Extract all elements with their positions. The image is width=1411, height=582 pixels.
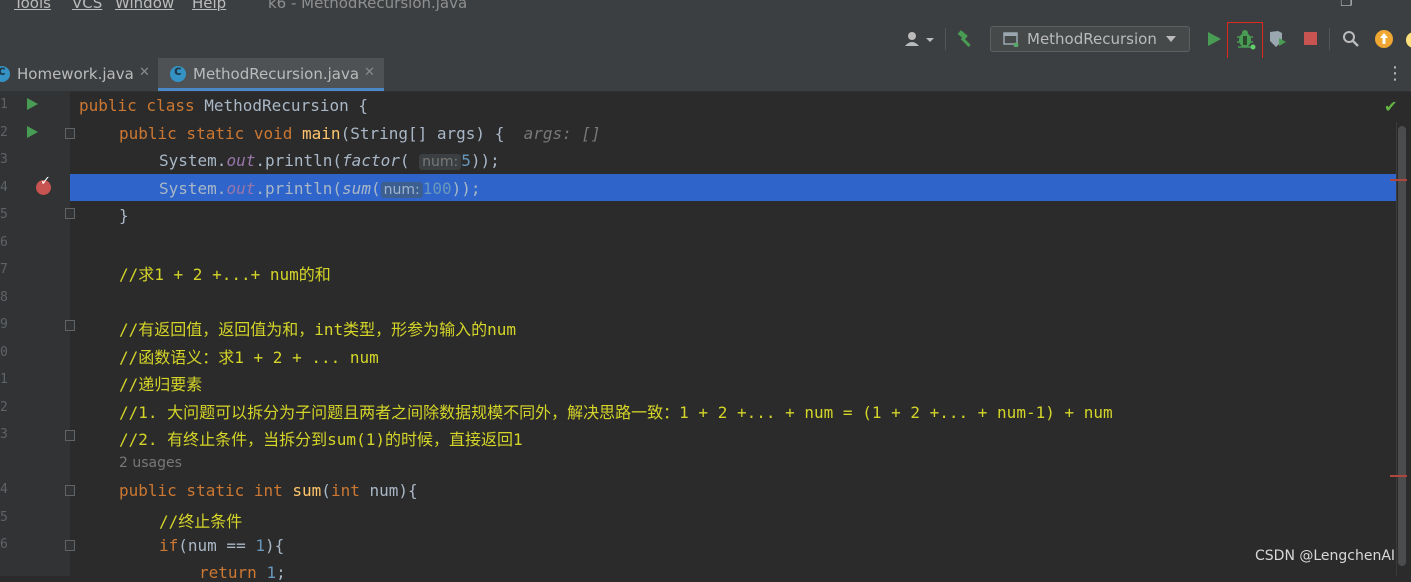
error-stripe-mark[interactable] <box>1390 475 1407 477</box>
class-icon <box>0 64 10 82</box>
close-icon[interactable]: ✕ <box>139 65 150 80</box>
comment-line: //终止条件 <box>159 512 243 531</box>
editor-tab-bar: Homework.java ✕ MethodRecursion.java ✕ ⋮ <box>0 58 1411 92</box>
comment-line: //递归要素 <box>119 375 203 394</box>
line-number: 6 <box>0 235 8 250</box>
line-number: 2 <box>0 125 8 140</box>
fold-icon[interactable] <box>65 430 75 441</box>
tab-methodrecursion[interactable]: MethodRecursion.java ✕ <box>158 58 384 91</box>
watermark: CSDN @LengchenAI <box>1255 548 1396 564</box>
line-number: 4 <box>0 180 8 195</box>
line-number: 1 <box>0 372 8 387</box>
line-number: 3 <box>0 152 8 167</box>
line-number: 4 <box>0 482 8 497</box>
code-line: public static void main(String[] args) {… <box>119 124 601 143</box>
debug-inline-value: args: [] <box>523 124 601 143</box>
window-title: k6 - MethodRecursion.java <box>268 0 468 12</box>
run-configuration-select[interactable]: MethodRecursion <box>990 26 1190 52</box>
chevron-down-icon <box>1166 36 1176 42</box>
comment-line: //2. 有终止条件，当拆分到sum(1)的时候，直接返回1 <box>119 430 523 449</box>
error-stripe-mark[interactable] <box>1390 179 1407 181</box>
fold-icon[interactable] <box>65 128 75 139</box>
line-number: 5 <box>0 207 8 222</box>
fold-icon[interactable] <box>65 485 75 496</box>
line-number: 3 <box>0 427 8 442</box>
code-line: if(num == 1){ <box>159 536 285 555</box>
menu-tools[interactable]: Tools <box>14 0 51 12</box>
run-gutter-icon[interactable] <box>27 98 38 110</box>
breakpoint-icon[interactable] <box>36 174 51 195</box>
line-number: 5 <box>0 510 8 525</box>
code-line: } <box>119 206 129 225</box>
code-line: public static int sum(int num){ <box>119 481 418 500</box>
tab-label: Homework.java <box>17 65 134 83</box>
line-number: 9 <box>0 317 8 332</box>
usages-hint[interactable]: 2 usages <box>119 455 182 471</box>
code-line: public class MethodRecursion { <box>79 96 368 115</box>
fold-icon[interactable] <box>65 208 75 219</box>
main-toolbar: MethodRecursion <box>0 20 1411 74</box>
menu-help[interactable]: Help <box>192 0 226 12</box>
line-number: 7 <box>0 262 8 277</box>
scrollbar-thumb[interactable] <box>1398 126 1406 566</box>
line-number: 0 <box>0 345 8 360</box>
plugin-icon[interactable] <box>1406 32 1411 48</box>
update-icon[interactable] <box>1374 29 1394 49</box>
fold-icon[interactable] <box>65 320 75 331</box>
application-icon <box>1003 32 1019 47</box>
user-icon[interactable] <box>903 30 935 48</box>
menu-bar: Tools VCS Window Help k6 - MethodRecursi… <box>0 0 1411 20</box>
tab-homework[interactable]: Homework.java ✕ <box>0 58 157 91</box>
line-number: 1 <box>0 97 8 112</box>
line-number: 2 <box>0 400 8 415</box>
comment-line: //1. 大问题可以拆分为子问题且两者之间除数据规模不同外，解决思路一致：1 +… <box>119 403 1113 422</box>
close-icon[interactable]: ✕ <box>364 65 375 80</box>
run-configuration-label: MethodRecursion <box>1027 30 1157 48</box>
code-line: System.out.println(sum(num: 100)); <box>159 179 481 198</box>
build-hammer-icon[interactable] <box>956 30 974 48</box>
parameter-hint: num: <box>419 154 462 170</box>
comment-line: //求1 + 2 +...+ num的和 <box>119 265 331 284</box>
code-line: return 1; <box>199 563 286 582</box>
parameter-hint: num: <box>380 182 423 198</box>
inspection-ok-icon[interactable]: ✔ <box>1384 97 1397 116</box>
comment-line: //函数语义：求1 + 2 + ... num <box>119 348 379 367</box>
class-icon <box>170 64 186 82</box>
stop-icon[interactable] <box>1302 30 1320 48</box>
run-icon[interactable] <box>1205 30 1223 48</box>
menu-vcs[interactable]: VCS <box>72 0 102 12</box>
menu-window[interactable]: Window <box>115 0 174 12</box>
comment-line: //有返回值，返回值为和，int类型，形参为输入的num <box>119 320 517 339</box>
tab-label: MethodRecursion.java <box>193 65 360 83</box>
search-icon[interactable] <box>1342 30 1360 48</box>
line-number: 8 <box>0 290 8 305</box>
line-number: 6 <box>0 537 8 552</box>
coverage-icon[interactable] <box>1269 30 1287 48</box>
code-line: System.out.println(factor( num: 5)); <box>159 151 500 170</box>
more-options-icon[interactable]: ⋮ <box>1386 63 1404 84</box>
restore-window-icon[interactable]: ❐ <box>1340 0 1353 10</box>
run-gutter-icon[interactable] <box>27 126 38 138</box>
fold-icon[interactable] <box>65 540 75 551</box>
code-editor[interactable]: 1 2 3 4 5 6 7 8 9 0 1 2 3 4 5 6 public c… <box>0 91 1411 582</box>
editor-gutter: 1 2 3 4 5 6 7 8 9 0 1 2 3 4 5 6 <box>0 91 75 576</box>
